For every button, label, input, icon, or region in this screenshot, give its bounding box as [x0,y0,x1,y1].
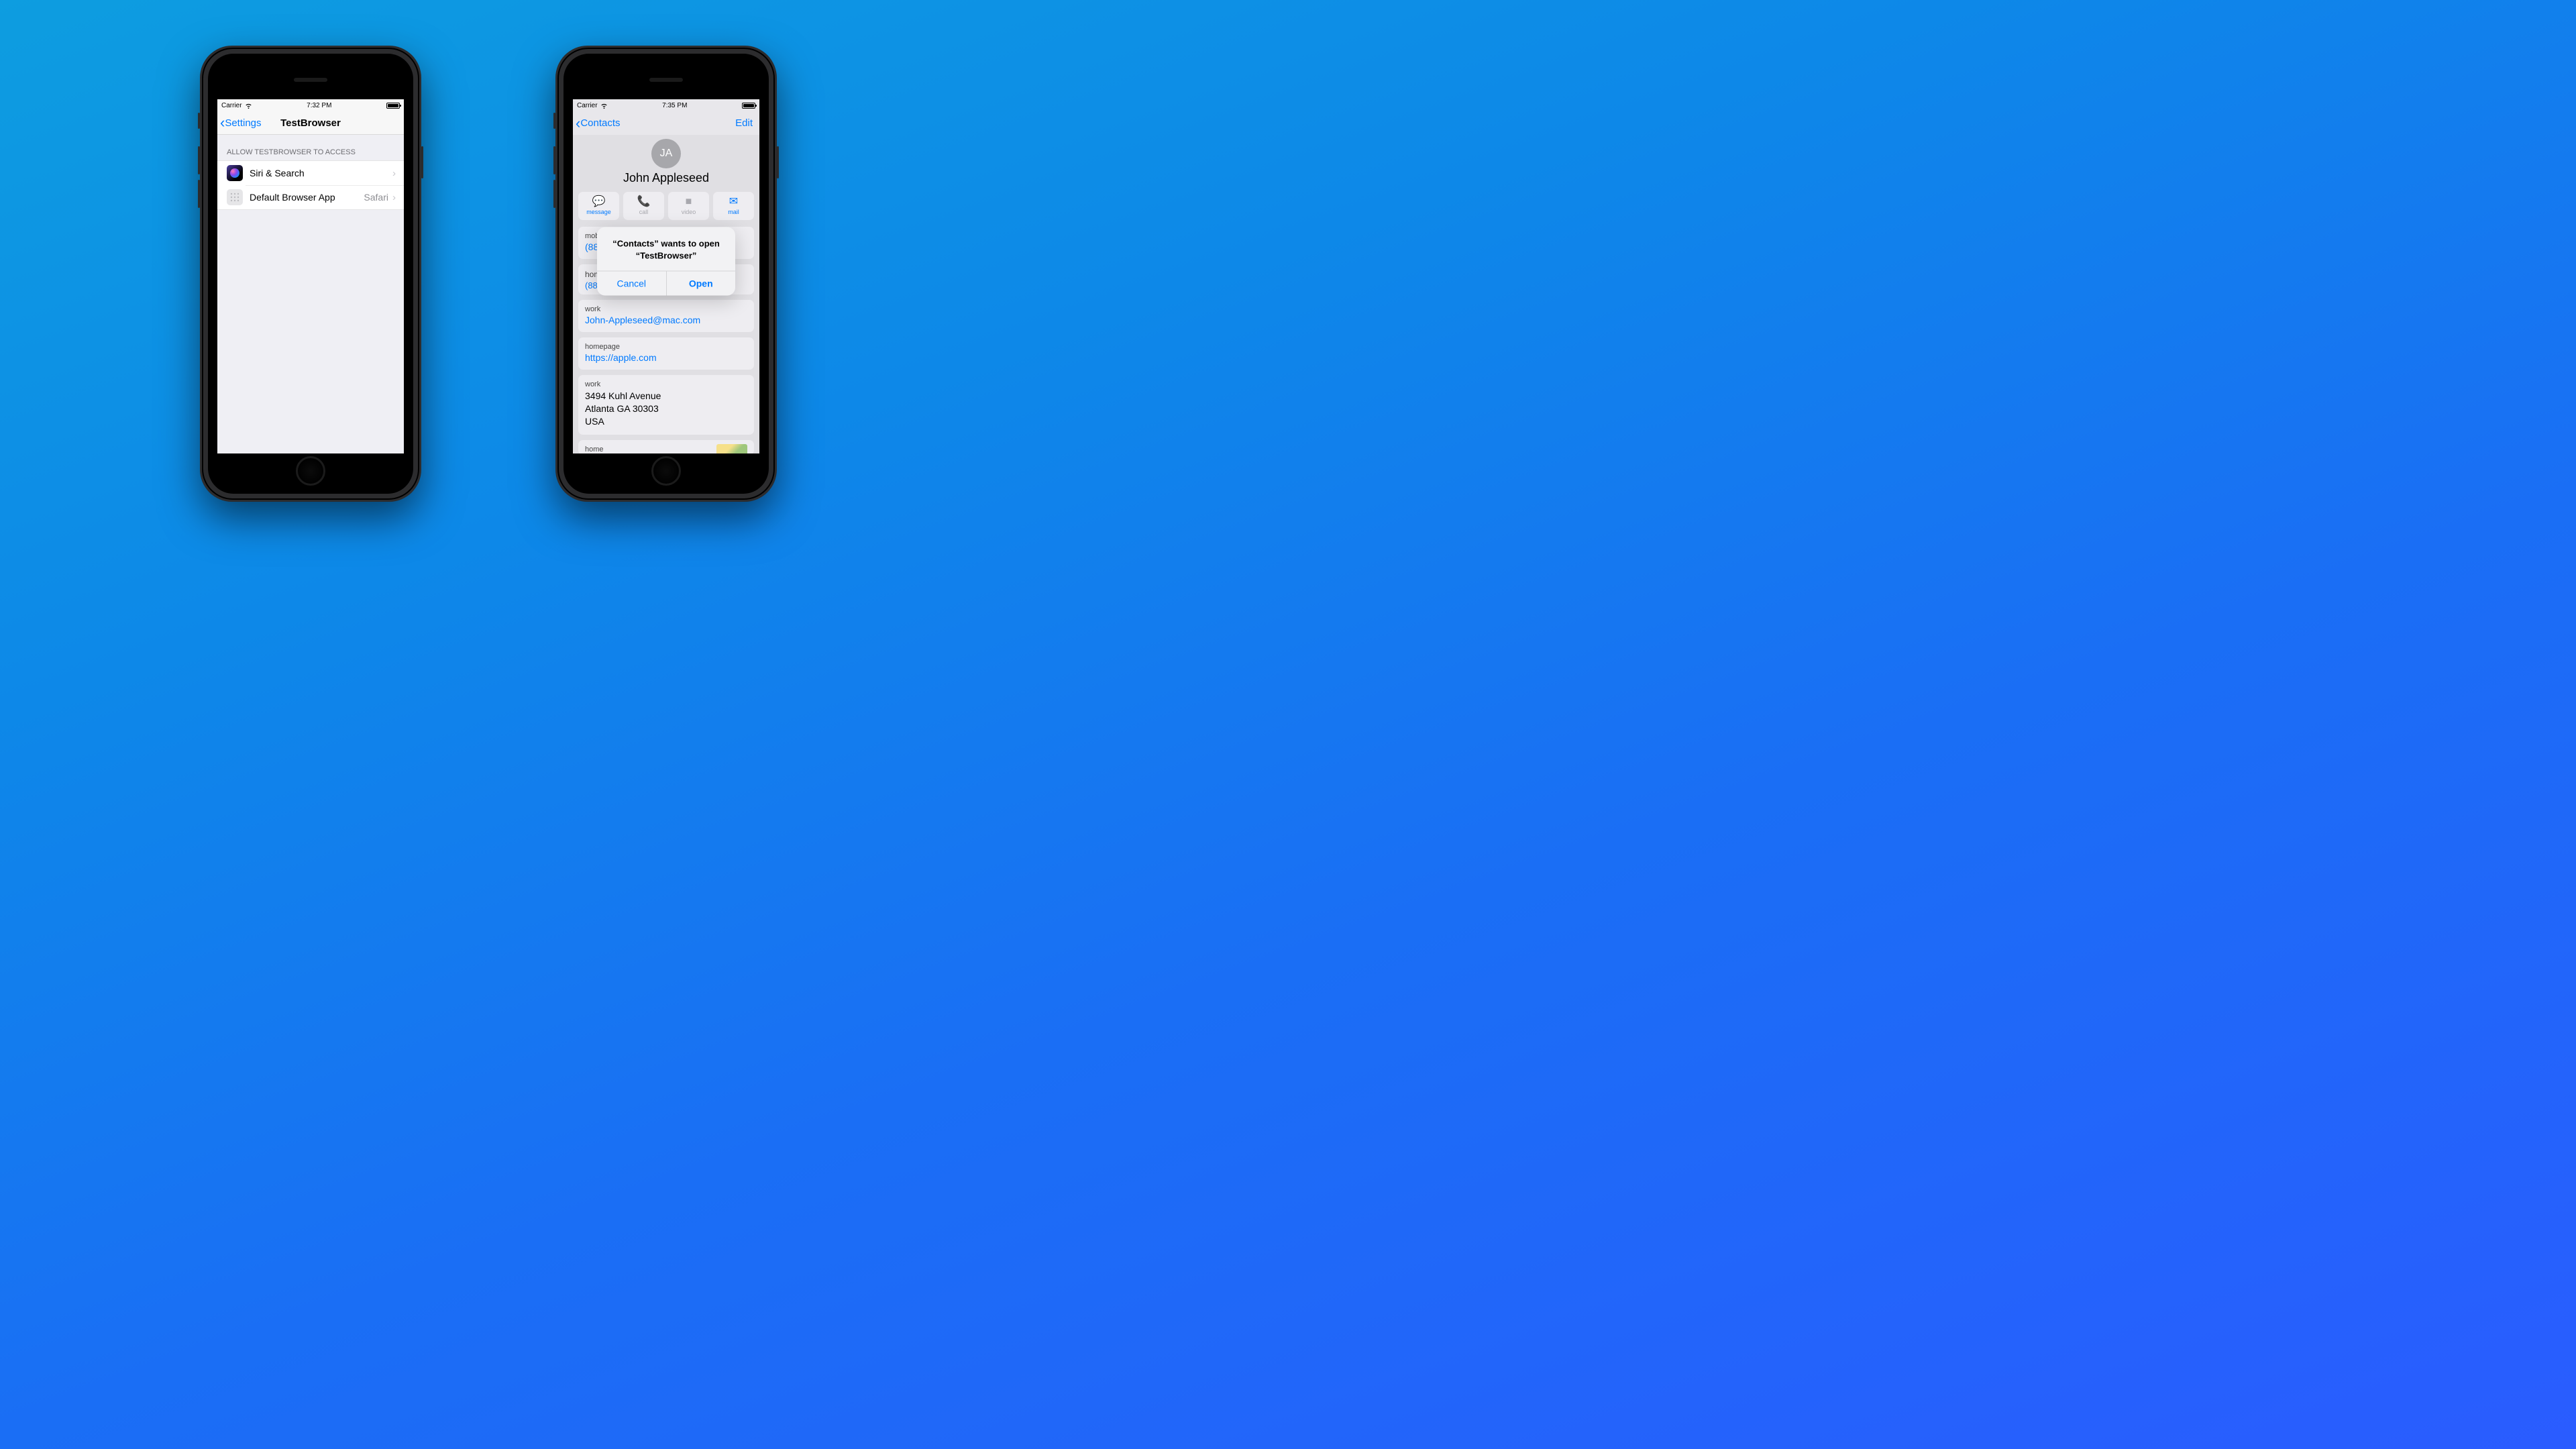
field-label: work [585,380,747,388]
screen-contacts: Carrier 7:35 PM ‹ Contacts Edit JA John … [573,99,759,453]
message-button[interactable]: 💬 message [578,192,619,220]
status-bar: Carrier 7:35 PM [573,99,759,111]
back-label: Contacts [580,117,620,129]
phone-speaker [649,78,683,82]
chevron-right-icon: › [392,192,396,203]
avatar: JA [651,139,681,168]
action-label: call [639,209,649,215]
volume-up-button[interactable] [553,146,555,174]
alert-open-button[interactable]: Open [667,272,736,296]
section-header: ALLOW TESTBROWSER TO ACCESS [217,135,404,160]
back-button[interactable]: ‹ Contacts [573,117,621,129]
card-work-email[interactable]: work John-Appleseed@mac.com [578,300,754,332]
action-label: mail [728,209,739,215]
action-label: message [586,209,611,215]
settings-list: Siri & Search › Default Browser App Safa… [217,160,404,210]
carrier-label: Carrier [221,102,242,109]
power-button[interactable] [421,146,423,178]
message-icon: 💬 [592,197,606,207]
field-value: 3494 Kuhl AvenueAtlanta GA 30303USA [585,390,747,428]
row-label: Siri & Search [250,168,392,178]
card-homepage[interactable]: homepage https://apple.com [578,337,754,370]
contact-name: John Appleseed [578,171,754,185]
phone-left: Carrier 7:32 PM ‹ Settings TestBrowser A… [200,46,421,502]
status-time: 7:35 PM [662,102,687,109]
row-default-browser[interactable]: Default Browser App Safari › [217,185,404,209]
field-value: https://apple.com [585,352,747,363]
row-value: Safari [364,192,388,203]
row-label: Default Browser App [250,192,364,203]
field-label: work [585,305,747,313]
siri-icon [227,165,243,181]
nav-bar: ‹ Settings TestBrowser [217,111,404,135]
phone-speaker [294,78,327,82]
map-thumbnail [716,444,747,453]
volume-up-button[interactable] [198,146,200,174]
phone-right: Carrier 7:35 PM ‹ Contacts Edit JA John … [555,46,777,502]
back-button[interactable]: ‹ Settings [217,117,262,129]
back-label: Settings [225,117,261,129]
action-label: video [682,209,696,215]
home-button[interactable] [296,456,325,486]
power-button[interactable] [777,146,779,178]
phone-icon: 📞 [637,197,651,207]
volume-down-button[interactable] [553,180,555,208]
field-value: John-Appleseed@mac.com [585,315,747,325]
volume-down-button[interactable] [198,180,200,208]
alert-dialog: “Contacts” wants to open “TestBrowser” C… [597,227,735,295]
contact-actions: 💬 message 📞 call ■ video ✉ mail [578,192,754,220]
screen-settings: Carrier 7:32 PM ‹ Settings TestBrowser A… [217,99,404,453]
mute-switch[interactable] [198,113,200,129]
status-bar: Carrier 7:32 PM [217,99,404,111]
card-home-address[interactable]: home [578,440,754,453]
status-time: 7:32 PM [307,102,331,109]
battery-icon [742,103,755,109]
mute-switch[interactable] [553,113,555,129]
field-label: homepage [585,343,747,351]
mail-button[interactable]: ✉ mail [713,192,754,220]
alert-message: “Contacts” wants to open “TestBrowser” [597,227,735,270]
mail-icon: ✉ [729,197,738,207]
wifi-icon [600,102,608,109]
generic-app-icon [227,189,243,205]
video-button: ■ video [668,192,709,220]
wifi-icon [245,102,252,109]
carrier-label: Carrier [577,102,598,109]
battery-icon [386,103,400,109]
alert-cancel-button[interactable]: Cancel [597,272,667,296]
call-button: 📞 call [623,192,664,220]
row-siri-search[interactable]: Siri & Search › [217,161,404,185]
video-icon: ■ [686,197,692,207]
edit-button[interactable]: Edit [735,117,753,129]
home-button[interactable] [651,456,681,486]
chevron-right-icon: › [392,168,396,179]
nav-bar: ‹ Contacts Edit [573,111,759,135]
card-work-address[interactable]: work 3494 Kuhl AvenueAtlanta GA 30303USA [578,375,754,435]
